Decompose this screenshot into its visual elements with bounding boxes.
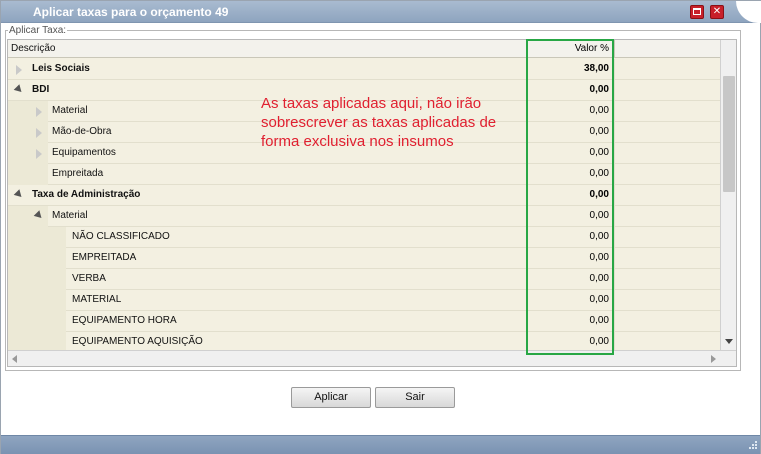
horizontal-scrollbar[interactable] [8,350,736,366]
dialog-window: Aplicar taxas para o orçamento 49 ✕ Apli… [0,0,761,454]
value-column-highlight [526,39,614,355]
row-label: VERBA [72,273,106,284]
scroll-down-icon[interactable] [725,339,733,344]
collapsed-triangle-icon[interactable] [36,149,42,159]
footer-bar [1,435,760,454]
row-label: NÃO CLASSIFICADO [72,231,170,242]
apply-button[interactable]: Aplicar [291,387,371,408]
close-icon[interactable]: ✕ [710,5,724,19]
maximize-icon[interactable] [690,5,704,19]
exit-button[interactable]: Sair [375,387,455,408]
scroll-right-icon[interactable] [711,355,716,363]
row-label: MATERIAL [72,294,122,305]
collapsed-triangle-icon[interactable] [36,107,42,117]
annotation-note: As taxas aplicadas aqui, não irão sobres… [261,95,497,150]
row-label: Empreitada [52,168,104,179]
window-title: Aplicar taxas para o orçamento 49 [33,5,229,19]
tax-tree-grid: Descrição Valor % Leis Sociais 38,00 BDI 0,… [7,39,737,367]
expanded-triangle-icon[interactable] [13,84,25,95]
row-label: BDI [32,84,50,95]
fieldset-legend: Aplicar Taxa: [8,25,68,36]
collapsed-triangle-icon[interactable] [36,128,42,138]
row-label: EMPREITADA [72,252,137,263]
title-bar[interactable]: Aplicar taxas para o orçamento 49 ✕ [1,1,760,23]
row-label: Material [52,210,88,221]
row-label: EQUIPAMENTO HORA [72,315,177,326]
row-label: EQUIPAMENTO AQUISIÇÃO [72,336,203,347]
expanded-triangle-icon[interactable] [13,189,25,200]
row-label: Mão-de-Obra [52,126,112,137]
row-label: Taxa de Administração [32,189,141,200]
scroll-left-icon[interactable] [12,355,17,363]
vertical-scrollbar[interactable] [720,40,736,350]
resize-grip-icon[interactable] [746,440,758,452]
scrollbar-thumb[interactable] [723,76,735,192]
column-header-description[interactable]: Descrição [11,43,55,54]
row-label: Material [52,105,88,116]
row-label: Leis Sociais [32,63,90,74]
collapsed-triangle-icon[interactable] [16,65,22,75]
row-label: Equipamentos [52,147,116,158]
